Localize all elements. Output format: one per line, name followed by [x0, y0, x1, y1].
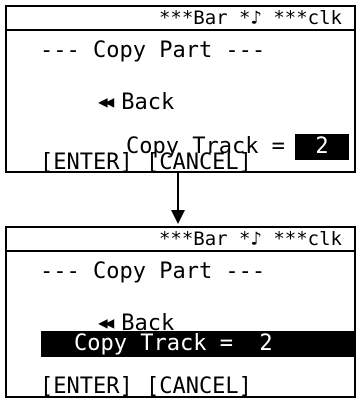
copy-track-text: Copy Track = 2 [74, 331, 273, 356]
softkey-row: [ENTER] [CANCEL] [40, 374, 252, 399]
menu-title: --- Copy Part --- [40, 259, 266, 284]
status-text: ***Bar *♪ ***clk [158, 7, 342, 29]
copy-track-row-selected[interactable]: Copy Track = 2 [41, 331, 354, 357]
status-bar: ***Bar *♪ ***clk [7, 7, 354, 31]
lcd-screen-bottom: ***Bar *♪ ***clk --- Copy Part --- ◀◀ Bac… [5, 226, 356, 399]
rewind-icon: ◀◀ [97, 313, 114, 332]
down-arrow-icon [177, 173, 179, 213]
menu-title: --- Copy Part --- [40, 38, 266, 63]
copy-track-value[interactable]: 2 [294, 134, 349, 160]
arrow-head-icon [171, 210, 185, 224]
status-text: ***Bar *♪ ***clk [158, 228, 342, 250]
lcd-screen-top: ***Bar *♪ ***clk --- Copy Part --- ◀◀ Bac… [5, 5, 356, 175]
status-bar: ***Bar *♪ ***clk [7, 228, 354, 252]
softkey-row: [ENTER] [CANCEL] [40, 150, 252, 175]
